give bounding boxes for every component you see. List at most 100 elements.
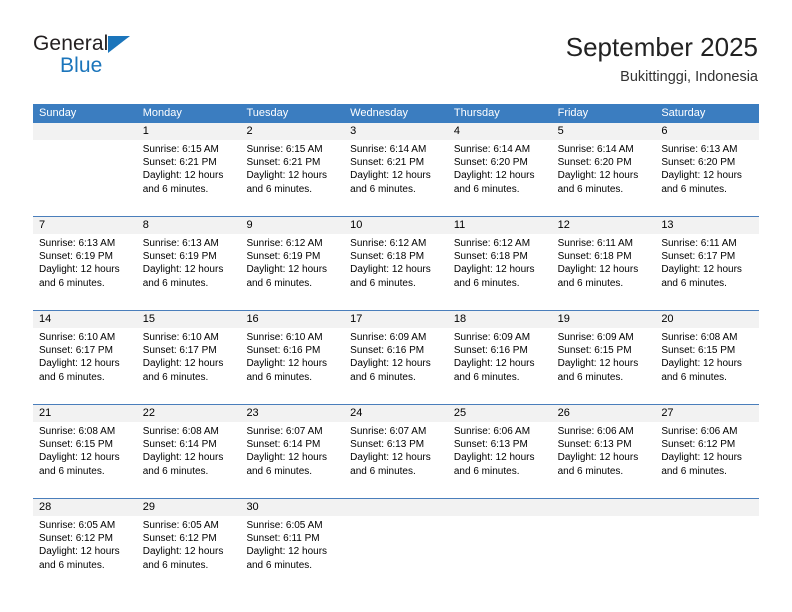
day-cell[interactable]: Sunrise: 6:12 AM Sunset: 6:19 PM Daylight:… [240,234,344,307]
day-number[interactable]: 5 [552,123,656,140]
day-number[interactable]: 28 [33,499,137,516]
page-subtitle: Bukittinggi, Indonesia [620,69,758,85]
day-detail-line: Sunset: 6:15 PM [661,345,736,357]
day-detail-line: Sunset: 6:13 PM [557,439,632,451]
calendar-page: General Blue September 2025 Bukittinggi,… [0,0,792,612]
day-number[interactable]: 23 [240,405,344,422]
day-detail-line: and 6 minutes. [350,277,416,289]
day-cell[interactable]: Sunrise: 6:09 AM Sunset: 6:16 PM Daylight:… [448,328,552,401]
day-cell[interactable]: Sunrise: 6:09 AM Sunset: 6:15 PM Daylight:… [552,328,656,401]
day-number[interactable]: 12 [552,217,656,234]
day-cell[interactable]: Sunrise: 6:10 AM Sunset: 6:16 PM Daylight:… [240,328,344,401]
day-number[interactable]: 21 [33,405,137,422]
day-cell[interactable]: Sunrise: 6:07 AM Sunset: 6:14 PM Daylight:… [240,422,344,495]
day-cell[interactable]: Sunrise: 6:13 AM Sunset: 6:20 PM Daylight:… [655,140,759,213]
day-detail-line: Sunrise: 6:05 AM [142,520,219,531]
day-number[interactable]: 1 [137,123,241,140]
day-cell[interactable]: Sunrise: 6:13 AM Sunset: 6:19 PM Daylight:… [33,234,137,307]
day-number[interactable]: 16 [240,311,344,328]
day-cell[interactable]: Sunrise: 6:05 AM Sunset: 6:12 PM Daylight:… [137,516,241,589]
day-detail-line: Sunset: 6:13 PM [350,439,425,451]
day-detail-line: Sunrise: 6:14 AM [350,144,427,155]
day-cell[interactable]: Sunrise: 6:07 AM Sunset: 6:13 PM Daylight:… [344,422,448,495]
day-detail-line: Sunrise: 6:12 AM [453,238,531,249]
day-number[interactable]: 14 [33,311,137,328]
day-detail-line: Daylight: 12 hours [246,170,328,182]
day-cell[interactable]: Sunrise: 6:06 AM Sunset: 6:13 PM Daylight:… [552,422,656,495]
day-cell[interactable]: Sunrise: 6:13 AM Sunset: 6:19 PM Daylight:… [137,234,241,307]
day-cell[interactable]: Sunrise: 6:05 AM Sunset: 6:12 PM Daylight:… [33,516,137,589]
day-number[interactable]: 9 [240,217,344,234]
day-detail-line: and 6 minutes. [246,277,313,289]
day-detail-line: Daylight: 12 hours [142,546,224,558]
generalblue-logo[interactable]: General Blue [33,33,233,83]
day-cell[interactable]: Sunrise: 6:06 AM Sunset: 6:12 PM Daylight:… [655,422,759,495]
day-cell[interactable]: Sunrise: 6:05 AM Sunset: 6:11 PM Daylight:… [240,516,344,589]
day-cell[interactable]: Sunrise: 6:10 AM Sunset: 6:17 PM Daylight:… [33,328,137,401]
day-detail-line: Sunset: 6:20 PM [661,157,736,169]
day-number[interactable]: 18 [448,311,552,328]
day-detail-line: Daylight: 12 hours [453,452,535,464]
day-detail-line: and 6 minutes. [453,277,520,289]
day-detail-line: Sunrise: 6:11 AM [661,238,737,249]
day-detail-line: Daylight: 12 hours [39,264,120,276]
day-number[interactable]: 20 [655,311,759,328]
day-detail-line: Daylight: 12 hours [246,546,328,558]
day-cell-empty [33,140,137,213]
day-cell[interactable]: Sunrise: 6:08 AM Sunset: 6:14 PM Daylight:… [137,422,241,495]
day-number[interactable]: 8 [137,217,241,234]
day-number[interactable]: 13 [655,217,759,234]
day-cell[interactable]: Sunrise: 6:14 AM Sunset: 6:20 PM Daylight:… [552,140,656,213]
day-number[interactable]: 10 [344,217,448,234]
day-number[interactable]: 24 [344,405,448,422]
day-number[interactable]: 7 [33,217,137,234]
day-detail-line: Daylight: 12 hours [453,358,535,370]
day-number[interactable]: 30 [240,499,344,516]
day-number[interactable]: 11 [448,217,552,234]
day-cell[interactable]: Sunrise: 6:09 AM Sunset: 6:16 PM Daylight:… [344,328,448,401]
day-cell[interactable]: Sunrise: 6:12 AM Sunset: 6:18 PM Daylight:… [448,234,552,307]
day-number[interactable]: 22 [137,405,241,422]
day-cell[interactable]: Sunrise: 6:15 AM Sunset: 6:21 PM Daylight:… [240,140,344,213]
day-number[interactable]: 3 [344,123,448,140]
day-number[interactable]: 19 [552,311,656,328]
day-cell[interactable]: Sunrise: 6:11 AM Sunset: 6:17 PM Daylight:… [655,234,759,307]
day-cell[interactable]: Sunrise: 6:14 AM Sunset: 6:21 PM Daylight:… [344,140,448,213]
day-detail-line: Sunrise: 6:12 AM [246,238,323,249]
day-detail-line: Sunset: 6:13 PM [453,439,528,451]
day-detail-line: and 6 minutes. [661,183,727,195]
day-cell-empty [552,516,656,589]
day-cell[interactable]: Sunrise: 6:12 AM Sunset: 6:18 PM Daylight:… [344,234,448,307]
day-number[interactable]: 27 [655,405,759,422]
day-number[interactable]: 25 [448,405,552,422]
day-number[interactable]: 26 [552,405,656,422]
week-day-number-band: 28 29 30 [33,499,759,516]
day-detail-line: and 6 minutes. [246,465,313,477]
day-detail-line: Sunrise: 6:08 AM [661,332,738,343]
day-number[interactable]: 4 [448,123,552,140]
day-detail-line: Daylight: 12 hours [350,170,431,182]
day-detail-line: and 6 minutes. [350,183,416,195]
day-cell[interactable]: Sunrise: 6:15 AM Sunset: 6:21 PM Daylight:… [137,140,241,213]
weekday-header-saturday: Saturday [661,107,706,119]
day-cell[interactable]: Sunrise: 6:14 AM Sunset: 6:20 PM Daylight:… [448,140,552,213]
day-number[interactable]: 15 [137,311,241,328]
day-detail-line: Sunrise: 6:05 AM [39,520,116,531]
day-cell[interactable]: Sunrise: 6:08 AM Sunset: 6:15 PM Daylight:… [655,328,759,401]
day-number[interactable]: 29 [137,499,241,516]
day-number[interactable]: 17 [344,311,448,328]
day-number[interactable]: 2 [240,123,344,140]
day-detail-line: and 6 minutes. [39,371,105,383]
day-detail-line: Sunset: 6:15 PM [39,439,113,451]
day-detail-line: and 6 minutes. [557,183,624,195]
week-day-number-band: 21 22 23 24 25 26 27 [33,405,759,422]
calendar-week-row: 21 22 23 24 25 26 27 Sunrise: 6:08 AM Sunset: 6:… [33,404,759,495]
day-detail-line: and 6 minutes. [661,465,727,477]
day-cell[interactable]: Sunrise: 6:11 AM Sunset: 6:18 PM Daylight:… [552,234,656,307]
day-cell[interactable]: Sunrise: 6:10 AM Sunset: 6:17 PM Daylight:… [137,328,241,401]
week-detail-band: Sunrise: 6:15 AM Sunset: 6:21 PM Daylight:… [33,140,759,213]
day-number[interactable]: 6 [655,123,759,140]
day-detail-line: Sunrise: 6:05 AM [246,520,323,531]
day-cell[interactable]: Sunrise: 6:08 AM Sunset: 6:15 PM Daylight:… [33,422,137,495]
day-cell[interactable]: Sunrise: 6:06 AM Sunset: 6:13 PM Daylight:… [448,422,552,495]
